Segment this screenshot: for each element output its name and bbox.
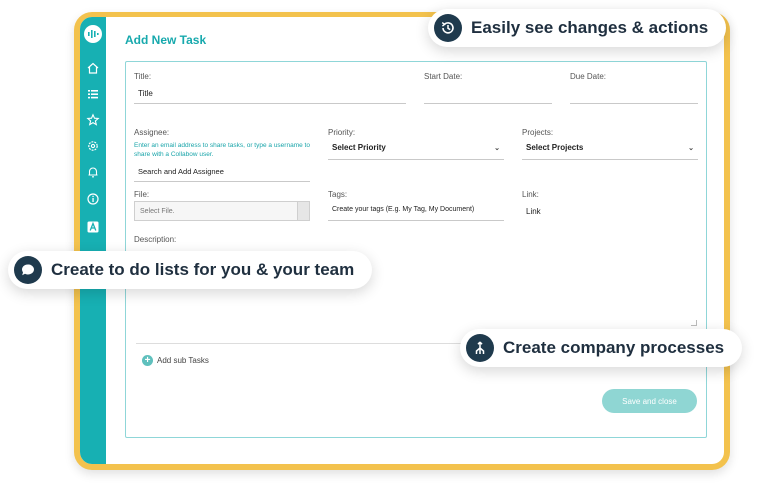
tags-label: Tags: [328,190,348,199]
tags-input[interactable]: Create your tags (E.g. My Tag, My Docume… [328,199,504,221]
sidebar [80,17,106,464]
assignee-label: Assignee: [134,128,170,137]
callout-processes-text: Create company processes [503,338,725,357]
file-label: File: [134,190,150,199]
home-icon[interactable] [86,61,100,75]
file-input[interactable]: Select File. [134,201,310,221]
list-icon[interactable] [86,87,100,101]
callout-todo-text: Create to do lists for you & your team [51,260,355,279]
file-placeholder: Select File. [140,207,175,215]
save-and-close-button[interactable]: Save and close [602,389,697,413]
callout-changes: Easily see changes & actions [428,9,727,47]
description-label: Description: [134,235,177,244]
chevron-down-icon: ⌄ [494,144,500,152]
due-date-label: Due Date: [570,72,607,81]
assignee-search-input[interactable]: Search and Add Assignee [134,162,310,182]
add-sub-tasks-label: Add sub Tasks [157,356,209,365]
resize-handle-icon[interactable] [691,320,697,326]
page-title: Add New Task [125,33,207,47]
due-date-field[interactable] [570,84,698,104]
split-arrows-icon [466,334,494,362]
assignee-hint: Enter an email address to share tasks, o… [134,142,310,158]
star-icon[interactable] [86,113,100,127]
info-icon[interactable] [86,192,100,206]
title-field[interactable]: Title [134,84,406,104]
marketing-illustration: Add New Task Title: Title Start Date: Du… [0,0,768,485]
history-icon [434,14,462,42]
bell-icon[interactable] [86,165,100,179]
plus-icon: + [142,355,153,366]
chevron-down-icon: ⌄ [688,144,694,152]
callout-todo: Create to do lists for you & your team [8,251,373,289]
priority-select[interactable]: Select Priority ⌄ [328,136,504,160]
a-letter-icon[interactable] [86,220,100,234]
file-browse-button[interactable] [297,202,309,220]
callout-changes-text: Easily see changes & actions [471,18,709,37]
title-label: Title: [134,72,152,81]
chat-bubble-icon [14,256,42,284]
logo-icon[interactable] [84,25,102,43]
start-date-field[interactable] [424,84,552,104]
link-label: Link: [522,190,539,199]
projects-select[interactable]: Select Projects ⌄ [522,136,698,160]
add-sub-tasks-button[interactable]: + Add sub Tasks [142,355,209,366]
settings-icon[interactable] [86,139,100,153]
callout-processes: Create company processes [460,329,743,367]
projects-value: Select Projects [526,143,584,152]
link-input[interactable]: Link [522,199,698,223]
add-task-form: Title: Title Start Date: Due Date: Assig… [125,61,707,438]
app-window: Add New Task Title: Title Start Date: Du… [80,17,724,464]
priority-value: Select Priority [332,143,386,152]
start-date-label: Start Date: [424,72,463,81]
